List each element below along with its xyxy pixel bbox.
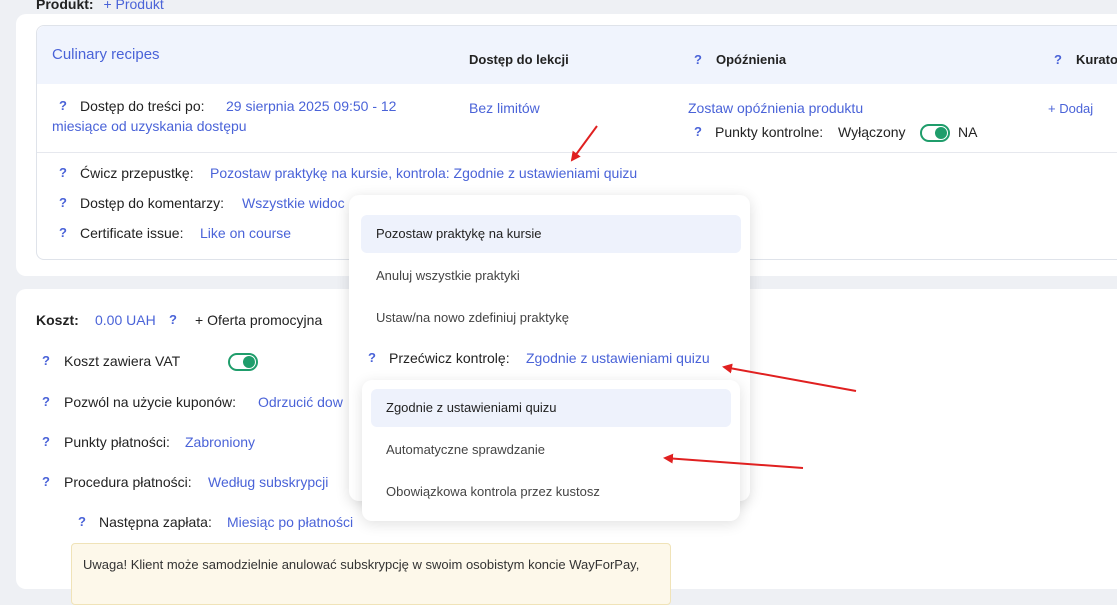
help-icon[interactable]: ?: [1054, 52, 1062, 67]
warning-text: Uwaga! Klient może samodzielnie anulować…: [83, 557, 640, 572]
help-icon[interactable]: ?: [59, 195, 67, 210]
access-table-header: [37, 26, 1117, 84]
add-product-link[interactable]: + Produkt: [103, 0, 163, 12]
help-icon[interactable]: ?: [368, 350, 376, 365]
content-access-value-cont[interactable]: miesiące od uzyskania dostępu: [52, 118, 247, 134]
procedure-label: Procedura płatności:: [64, 474, 192, 490]
help-icon[interactable]: ?: [694, 52, 702, 67]
next-payment-value-link[interactable]: Miesiąc po płatności: [227, 514, 353, 530]
vat-toggle[interactable]: [227, 353, 258, 372]
practice-option[interactable]: Anuluj wszystkie praktyki: [361, 257, 741, 295]
coupons-value-link[interactable]: Odrzucić dow: [258, 394, 343, 410]
cost-label: Koszt:: [36, 312, 79, 328]
practice-option[interactable]: Ustaw/na nowo zdefiniuj praktykę: [361, 299, 741, 337]
control-option[interactable]: Obowiązkowa kontrola przez kustosz: [371, 473, 731, 511]
practice-value-link[interactable]: Pozostaw praktykę na kursie, kontrola: Z…: [210, 165, 637, 181]
procedure-value-link[interactable]: Według subskrypcji: [208, 474, 328, 490]
practice-option[interactable]: Pozostaw praktykę na kursie: [361, 215, 741, 253]
certificate-label: Certificate issue:: [80, 225, 184, 241]
help-icon[interactable]: ?: [59, 225, 67, 240]
control-option[interactable]: Automatyczne sprawdzanie: [371, 431, 731, 469]
lesson-access-header: Dostęp do lekcji: [469, 52, 569, 67]
help-icon[interactable]: ?: [42, 434, 50, 449]
practice-label: Ćwicz przepustkę:: [80, 165, 194, 181]
content-access-label: Dostęp do treści po:: [80, 98, 205, 114]
control-value-link[interactable]: Zgodnie z ustawieniami quizu: [526, 350, 710, 366]
help-icon[interactable]: ?: [59, 98, 67, 113]
payment-points-value-link[interactable]: Zabroniony: [185, 434, 255, 450]
control-label: Przećwicz kontrolę:: [389, 350, 510, 366]
row-divider: [37, 152, 1117, 153]
curator-header: Kurato: [1076, 52, 1117, 67]
add-curator-link[interactable]: + Dodaj: [1048, 101, 1093, 116]
delay-value-link[interactable]: Zostaw opóźnienia produktu: [688, 100, 863, 116]
product-label: Produkt:: [36, 0, 94, 12]
coupons-label: Pozwól na użycie kuponów:: [64, 394, 236, 410]
certificate-value-link[interactable]: Like on course: [200, 225, 291, 241]
comments-value-link[interactable]: Wszystkie widoc: [242, 195, 345, 211]
payment-points-label: Punkty płatności:: [64, 434, 170, 450]
checkpoints-toggle[interactable]: [920, 124, 950, 143]
vat-label: Koszt zawiera VAT: [64, 353, 181, 369]
help-icon[interactable]: ?: [59, 165, 67, 180]
checkpoints-label: Punkty kontrolne:: [715, 124, 824, 140]
help-icon[interactable]: ?: [42, 394, 50, 409]
help-icon[interactable]: ?: [78, 514, 86, 529]
control-dropdown: Zgodnie z ustawieniami quizu Automatyczn…: [362, 380, 740, 521]
next-payment-label: Następna zapłata:: [99, 514, 212, 530]
help-icon[interactable]: ?: [42, 353, 50, 368]
help-icon[interactable]: ?: [42, 474, 50, 489]
promo-offer-button[interactable]: + Oferta promocyjna: [195, 312, 322, 328]
lesson-access-value[interactable]: Bez limitów: [469, 100, 540, 116]
help-icon[interactable]: ?: [169, 312, 177, 327]
subscription-warning: Uwaga! Klient może samodzielnie anulować…: [71, 543, 671, 605]
course-title-link[interactable]: Culinary recipes: [52, 46, 160, 63]
help-icon[interactable]: ?: [694, 124, 702, 139]
checkpoints-value: Wyłączony: [838, 124, 906, 140]
cost-value-link[interactable]: 0.00 UAH: [95, 312, 156, 328]
comments-label: Dostęp do komentarzy:: [80, 195, 224, 211]
checkpoints-na: NA: [958, 124, 978, 140]
product-row: Produkt: + Produkt: [36, 0, 164, 12]
delays-header: Opóźnienia: [716, 52, 787, 67]
content-access-value[interactable]: 29 sierpnia 2025 09:50 - 12: [226, 98, 396, 114]
control-option[interactable]: Zgodnie z ustawieniami quizu: [371, 389, 731, 427]
